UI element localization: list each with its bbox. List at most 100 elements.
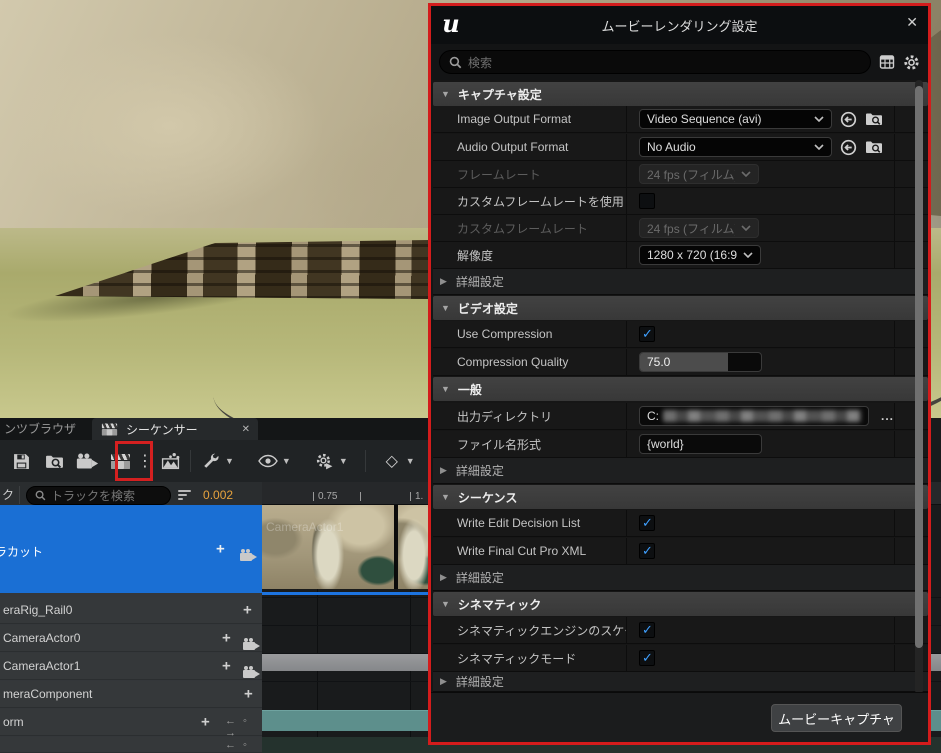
chevron-down-icon [743,252,753,258]
keyframe-nav-icons[interactable]: ← ◦ → [225,715,262,739]
section-title: シネマティック [458,596,541,613]
section-general[interactable]: ▼ 一般 [433,377,928,401]
property-row-compression-quality: Compression Quality 75.0 [433,349,928,376]
create-camera-icon[interactable] [74,448,100,474]
view-options-menu[interactable]: ▼ [255,448,291,474]
property-row-output-directory: 出力ディレクトリ C: ... [433,403,928,430]
redacted-path [663,410,861,422]
settings-search-input[interactable]: 検索 [439,50,871,74]
compression-quality-spinbox[interactable]: 75.0 [639,352,762,372]
section-video-settings[interactable]: ▼ ビデオ設定 [433,296,928,320]
shot-thumbnail[interactable] [398,505,430,589]
dialog-titlebar: u ムービーレンダリング設定 ✕ [431,6,928,44]
property-label: フレームレート [457,166,541,183]
cinematic-mode-checkbox[interactable] [639,650,655,666]
use-compression-checkbox[interactable] [639,326,655,342]
track-row-camerarig-rail[interactable]: eraRig_Rail0 + [0,597,262,624]
use-selected-icon[interactable] [840,111,857,128]
browse-to-asset-icon[interactable] [865,111,883,127]
chevron-down-icon: ▼ [225,456,234,466]
section-capture-settings[interactable]: ▼ キャプチャ設定 [433,82,928,106]
add-track-button-partial[interactable]: ク [0,486,20,504]
section-sequence[interactable]: ▼ シーケンス [433,485,928,509]
unreal-editor-window: 0.75 1. CameraActor1 ンツブラウザ シーケンサー ✕ [0,0,941,753]
find-in-content-browser-icon[interactable] [41,448,67,474]
property-label: Audio Output Format [457,140,568,154]
detail-view-icon[interactable] [879,54,895,70]
cinematic-scalability-checkbox[interactable] [639,622,655,638]
dialog-scrollbar-thumb[interactable] [915,86,923,648]
triangle-right-icon: ▶ [440,572,447,583]
property-row-cinematic-scalability: シネマティックエンジンのスケーラ... [433,617,928,644]
keyframe-options-menu[interactable]: ◇ ▼ [379,448,415,474]
save-icon[interactable] [8,448,34,474]
section-title: シーケンス [458,489,517,506]
settings-search-placeholder: 検索 [468,54,492,71]
property-label: シネマティックモード [457,650,576,667]
property-row-filename-format: ファイル名形式 {world} [433,431,928,458]
add-icon[interactable]: + [222,658,231,675]
close-tab-icon[interactable]: ✕ [242,424,250,435]
playback-options-menu[interactable]: ▼ [312,448,348,474]
tab-content-browser[interactable]: ンツブラウザ [0,418,86,440]
property-row-frame-rate: フレームレート 24 fps (フィルム) [433,161,928,188]
camera-cuts-thumbnails[interactable] [262,505,430,589]
track-row-cameraactor0[interactable]: CameraActor0 + [0,625,262,652]
add-icon[interactable]: + [243,602,252,619]
search-icon [449,56,462,69]
dropdown-value: No Audio [647,140,808,154]
property-row-audio-output-format: Audio Output Format No Audio [433,134,928,161]
output-directory-field[interactable]: C: [639,406,869,426]
triangle-down-icon: ▼ [441,384,450,394]
add-icon[interactable]: + [216,541,225,558]
property-label: Compression Quality [457,355,568,369]
add-icon[interactable]: + [244,686,253,703]
filter-icon[interactable] [178,490,191,500]
keyframe-nav-icons[interactable]: ← ◦ → [225,739,262,753]
add-icon[interactable]: + [222,630,231,647]
audio-output-format-dropdown[interactable]: No Audio [639,137,832,157]
browse-to-asset-icon[interactable] [865,139,883,155]
current-time-value[interactable]: 0.002 [203,488,233,502]
track-row-partial[interactable]: ← ◦ → [0,737,262,753]
shot-thumbnail[interactable] [262,505,396,589]
use-selected-icon[interactable] [840,139,857,156]
add-icon[interactable]: + [201,714,210,731]
sequence-hierarchy-icon[interactable] [157,448,183,474]
track-label: CameraActor1 [3,659,80,673]
advanced-capture[interactable]: ▶ 詳細設定 [433,269,928,295]
section-title: ビデオ設定 [458,300,518,317]
track-label: orm [3,715,24,729]
tab-sequencer[interactable]: シーケンサー ✕ [92,418,258,440]
track-row-transform[interactable]: orm + ← ◦ → [0,709,262,736]
actions-menu[interactable]: ▼ [198,448,234,474]
camera-cuts-selection-underline [262,592,430,595]
section-cinematic[interactable]: ▼ シネマティック [433,592,928,616]
close-icon[interactable]: ✕ [906,14,918,31]
property-label: カスタムフレームレートを使用 [457,193,624,210]
movie-capture-button[interactable]: ムービーキャプチャ [771,704,902,732]
triangle-down-icon: ▼ [441,303,450,313]
property-row-image-output-format: Image Output Format Video Sequence (avi) [433,106,928,133]
track-row-cameraactor1[interactable]: CameraActor1 + [0,653,262,680]
property-label: ファイル名形式 [457,436,541,453]
resolution-dropdown[interactable]: 1280 x 720 (16:9) [639,245,761,265]
write-fcp-xml-checkbox[interactable] [639,543,655,559]
property-row-custom-frame-rate: カスタムフレームレート 24 fps (フィルム) [433,215,928,242]
track-label: eraRig_Rail0 [3,603,72,617]
track-search-input[interactable]: トラックを検索 [26,486,171,505]
advanced-sequence[interactable]: ▶ 詳細設定 [433,565,928,591]
browse-directory-button[interactable]: ... [881,409,894,423]
use-custom-frame-rate-checkbox[interactable] [639,193,655,209]
track-label: CameraActor0 [3,631,80,645]
write-edl-checkbox[interactable] [639,515,655,531]
camera-cuts-track-row[interactable]: ラカット + [0,505,262,593]
filename-format-field[interactable]: {world} [639,434,762,454]
advanced-general[interactable]: ▶ 詳細設定 [433,458,928,484]
advanced-cinematic-partial[interactable]: ▶ 詳細設定 [433,672,928,692]
image-output-format-dropdown[interactable]: Video Sequence (avi) [639,109,832,129]
triangle-down-icon: ▼ [441,89,450,99]
track-label: meraComponent [3,687,92,701]
gear-icon[interactable] [903,54,920,71]
track-row-cameracomponent[interactable]: meraComponent + [0,681,262,708]
